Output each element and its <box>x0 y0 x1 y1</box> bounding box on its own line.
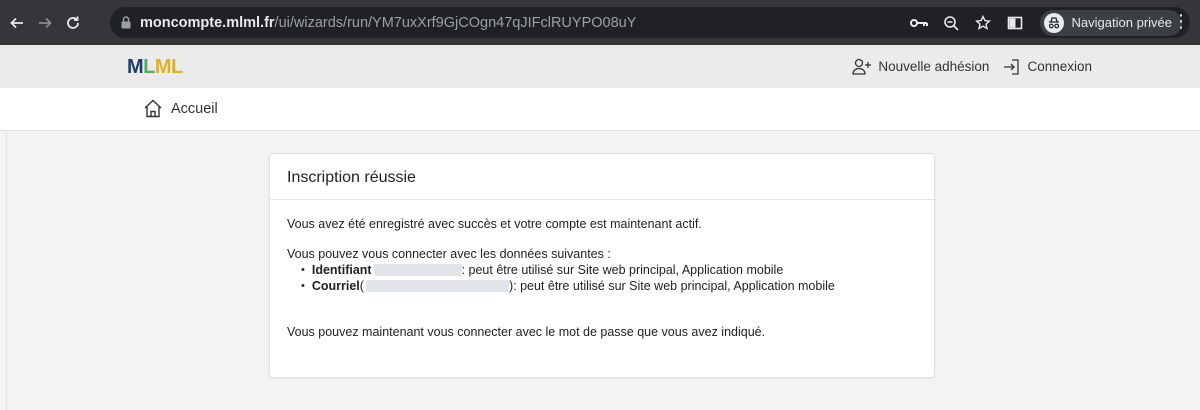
key-icon[interactable] <box>906 10 932 36</box>
credential-usage: : peut être utilisé sur Site web princip… <box>461 263 784 277</box>
card-title: Inscription réussie <box>270 154 934 200</box>
reload-icon[interactable] <box>62 12 84 34</box>
credential-open: ( <box>359 279 364 293</box>
sidepanel-icon[interactable] <box>1002 10 1028 36</box>
final-message: Vous pouvez maintenant vous connecter av… <box>287 325 766 339</box>
forward-icon[interactable] <box>34 12 56 34</box>
success-message: Vous avez été enregistré avec succès et … <box>287 217 702 231</box>
bullet-icon: • <box>301 264 305 276</box>
url-path: /ui/wizards/run/YM7uxXrf9GjCOgn47qJIFclR… <box>274 14 637 31</box>
logo-part-l: L <box>143 56 155 78</box>
address-bar[interactable]: moncompte.mlml.fr/ui/wizards/run/YM7uxXr… <box>110 7 1190 38</box>
site-header: M L ML Nouvelle adhésion Connexion <box>0 45 1200 88</box>
header-links: Nouvelle adhésion Connexion <box>852 45 1092 88</box>
signup-link[interactable]: Nouvelle adhésion <box>852 58 989 76</box>
credentials-list: • Identifiant : peut être utilisé sur Si… <box>301 262 934 294</box>
add-user-icon <box>852 58 872 75</box>
url-host: moncompte.mlml.fr <box>140 14 275 31</box>
star-icon[interactable] <box>970 10 996 36</box>
login-icon <box>1004 58 1020 75</box>
bullet-icon: • <box>301 280 305 292</box>
credential-term: Identifiant <box>311 263 372 277</box>
login-link[interactable]: Connexion <box>1003 58 1092 76</box>
home-icon <box>144 99 162 118</box>
back-icon[interactable] <box>6 12 28 34</box>
registration-success-card: Inscription réussie Vous avez été enregi… <box>269 153 935 378</box>
zoom-icon[interactable] <box>938 10 964 36</box>
mlml-logo[interactable]: M L ML <box>127 56 183 79</box>
redacted-value <box>373 264 462 276</box>
card-body: Vous avez été enregistré avec succès et … <box>270 200 934 340</box>
login-label: Connexion <box>1027 59 1092 74</box>
incognito-label: Navigation privée <box>1071 15 1172 30</box>
list-item: • Identifiant : peut être utilisé sur Si… <box>301 262 934 278</box>
credential-term: Courriel <box>311 279 360 293</box>
logo-part-m: M <box>127 56 144 78</box>
redacted-value <box>365 280 509 292</box>
home-link[interactable]: Accueil <box>143 99 218 118</box>
logo-part-ml: ML <box>154 56 183 78</box>
breadcrumb: Accueil <box>0 88 1200 131</box>
browser-toolbar: moncompte.mlml.fr/ui/wizards/run/YM7uxXr… <box>0 0 1200 45</box>
list-item: • Courriel ( ): peut être utilisé sur Si… <box>301 278 934 294</box>
page-border <box>6 132 7 410</box>
menu-icon[interactable]: ⋮ <box>1172 11 1190 32</box>
incognito-icon <box>1043 12 1064 33</box>
omnibox-actions: Navigation privée <box>906 7 1190 38</box>
home-label: Accueil <box>171 100 218 117</box>
signup-label: Nouvelle adhésion <box>878 59 990 74</box>
lock-icon[interactable] <box>120 16 132 30</box>
incognito-indicator[interactable]: Navigation privée <box>1039 9 1182 36</box>
credentials-intro: Vous pouvez vous connecter avec les donn… <box>287 247 611 261</box>
url-text[interactable]: moncompte.mlml.fr/ui/wizards/run/YM7uxXr… <box>140 15 636 31</box>
credential-usage: ): peut être utilisé sur Site web princi… <box>508 279 835 293</box>
